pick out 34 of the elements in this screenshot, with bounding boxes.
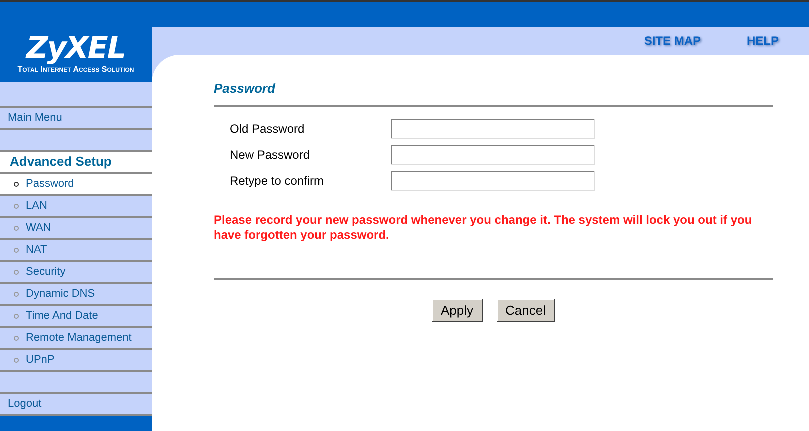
tagline: Total Internet Access Solution: [18, 64, 134, 76]
sidebar-label: Remote Management: [26, 330, 132, 346]
bullet-icon: [14, 270, 19, 274]
password-field[interactable]: [391, 144, 595, 165]
sidebar-label: LAN: [26, 198, 48, 214]
sidebar-label: WAN: [26, 220, 52, 236]
bullet-icon: [14, 182, 19, 186]
sidebar-label: Password: [26, 176, 74, 192]
password-field[interactable]: [391, 118, 595, 139]
bullet-icon: [14, 358, 19, 362]
bullet-icon: [14, 204, 19, 208]
form-button[interactable]: Cancel: [496, 298, 555, 322]
field-label: New Password: [230, 146, 312, 164]
password-field[interactable]: [391, 170, 595, 191]
form-button[interactable]: Apply: [432, 298, 483, 322]
sidebar-label: NAT: [26, 242, 48, 258]
bullet-icon: [14, 336, 19, 340]
top-link[interactable]: HELP: [746, 32, 779, 50]
field-label: Old Password: [230, 120, 306, 138]
bullet-icon: [14, 248, 19, 252]
sidebar-label: UPnP: [26, 352, 55, 368]
sidebar-label: Time And Date: [26, 308, 98, 324]
sidebar-heading: Advanced Setup: [0, 150, 152, 172]
sidebar-label: Security: [26, 264, 66, 280]
page-title: Password: [214, 81, 277, 97]
bullet-icon: [14, 226, 19, 230]
sidebar-item[interactable]: Password: [0, 172, 152, 194]
bullet-icon: [14, 292, 19, 296]
field-label: Retype to confirm: [230, 172, 326, 190]
bullet-icon: [14, 314, 19, 318]
warning-message: Please record your new password whenever you change it. The system will lock you out if you have forgotten your password.: [214, 212, 754, 244]
brand-name: ZyXEL: [26, 34, 126, 64]
sidebar-label: Dynamic DNS: [26, 286, 96, 302]
top-link[interactable]: SITE MAP: [644, 32, 701, 50]
